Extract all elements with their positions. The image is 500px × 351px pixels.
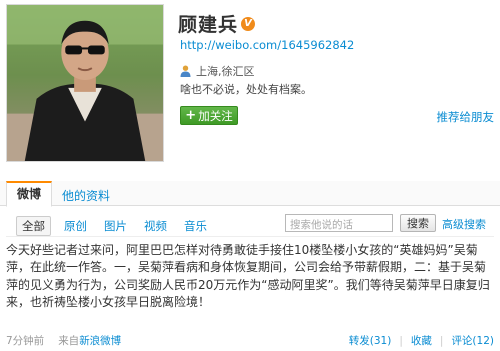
location-row: 上海,徐汇区 [180,63,255,79]
filter-music[interactable]: 音乐 [184,218,207,234]
recommend-to-friends-link[interactable]: 推荐给朋友 [437,109,495,125]
tab-profile-info[interactable]: 他的资料 [62,187,110,204]
verified-icon[interactable]: V [241,16,256,31]
post-source-link[interactable]: 新浪微博 [79,335,121,347]
tab-weibo[interactable]: 微博 [6,181,52,207]
plus-icon: + [185,108,197,123]
post-time[interactable]: 7分钟前 [6,333,44,348]
post-source-prefix: 来自 [58,335,80,347]
post-meta: 7分钟前 来自新浪微博 [6,333,121,348]
post-text: 今天好些记者过来问，阿里巴巴怎样对待勇敢徒手接住10楼坠楼小女孩的“英雄妈妈”吴… [6,243,490,309]
filter-images[interactable]: 图片 [104,218,127,234]
comment-link[interactable]: 评论(12) [451,333,494,348]
filter-original[interactable]: 原创 [64,218,87,234]
favorite-link[interactable]: 收藏 [411,333,432,348]
filter-video[interactable]: 视频 [144,218,167,234]
person-icon [180,65,191,77]
repost-link[interactable]: 转发(31) [349,333,392,348]
profile-avatar[interactable] [6,4,164,162]
follow-button[interactable]: + 加关注 [180,106,238,125]
post-filters: 全部 原创 图片 视频 音乐 [16,216,224,236]
avatar-photo [7,5,163,161]
profile-url-link[interactable]: http://weibo.com/1645962842 [180,38,354,52]
divider [6,236,494,237]
action-separator: | [439,334,444,347]
post-search-input[interactable]: 搜索他说的话 [285,214,393,232]
profile-bio: 啥也不必说，处处有档案。 [180,83,312,96]
profile-name: 顾建兵 [178,14,239,36]
location-text: 上海,徐汇区 [196,65,255,78]
filter-all[interactable]: 全部 [16,216,51,236]
profile-name-row: 顾建兵 V [178,10,256,37]
action-separator: | [399,334,403,347]
search-button[interactable]: 搜索 [400,214,436,232]
follow-button-label: 加关注 [198,108,233,123]
post-source: 来自新浪微博 [58,333,121,348]
post-actions: 转发(31) | 收藏 | 评论(12) [349,333,494,348]
profile-tabs: 微博 他的资料 [0,181,500,207]
advanced-search-link[interactable]: 高级搜索 [442,216,486,232]
